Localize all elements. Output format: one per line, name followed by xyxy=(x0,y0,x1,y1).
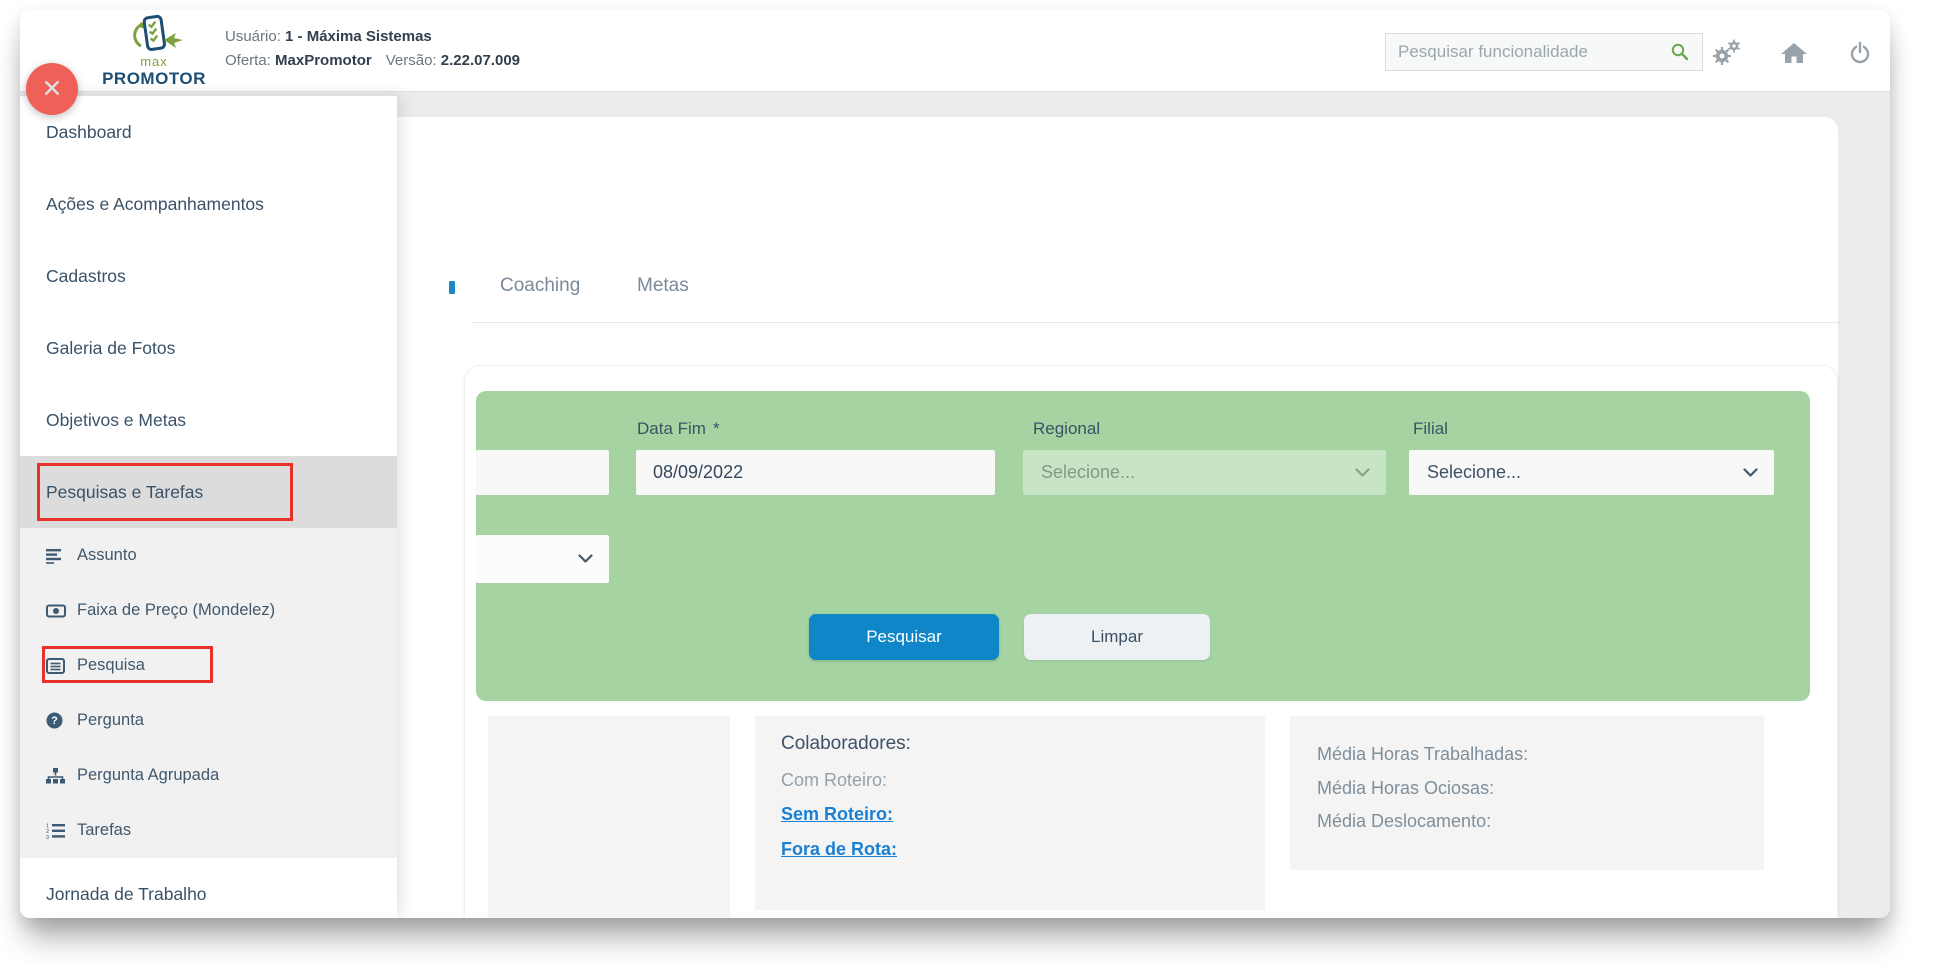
money-bill-icon xyxy=(46,604,66,618)
offer-value: MaxPromotor xyxy=(275,52,372,69)
pesquisar-button[interactable]: Pesquisar xyxy=(809,614,999,660)
submenu-item-pergunta-agrupada[interactable]: Pergunta Agrupada xyxy=(20,748,397,803)
data-fim-field xyxy=(636,450,995,495)
version-value: 2.22.07.009 xyxy=(440,52,521,69)
submenu-item-pergunta[interactable]: ? Pergunta xyxy=(20,693,397,748)
user-line: Usuário: 1 - Máxima Sistemas xyxy=(225,28,432,45)
list-alt-icon xyxy=(46,657,66,674)
colaboradores-title: Colaboradores: xyxy=(781,733,911,754)
media-deslocamento-label: Média Deslocamento: xyxy=(1317,811,1492,831)
maxpromotor-logo: max PROMOTOR xyxy=(92,14,216,87)
submenu-item-faixa-de-preco[interactable]: Faixa de Preço (Mondelez) xyxy=(20,583,397,638)
tab-divider xyxy=(472,322,1866,323)
media-horas-trabalhadas-label: Média Horas Trabalhadas: xyxy=(1317,744,1529,764)
sitemap-icon xyxy=(46,767,66,784)
filial-label: Filial xyxy=(1413,419,1448,438)
chevron-down-icon xyxy=(578,554,593,563)
app-window: max PROMOTOR Usuário: 1 - Máxima Sistema… xyxy=(20,10,1890,918)
regional-label: Regional xyxy=(1033,419,1101,438)
sidebar-menu: Dashboard Ações e Acompanhamentos Cadast… xyxy=(20,96,397,918)
page: max PROMOTOR Usuário: 1 - Máxima Sistema… xyxy=(0,0,1940,963)
home-icon[interactable] xyxy=(1776,35,1812,71)
tab-coaching[interactable]: Coaching xyxy=(500,275,580,297)
search-icon[interactable] xyxy=(1670,42,1690,62)
logo-promotor-text: PROMOTOR xyxy=(102,69,206,88)
summary-card-medias: Média Horas Trabalhadas: Média Horas Oci… xyxy=(1290,716,1764,870)
active-tab-fragment[interactable] xyxy=(449,281,455,294)
data-fim-label: Data Fim * xyxy=(637,419,720,438)
logo-phone-icon xyxy=(133,14,183,51)
pesquisas-e-tarefas-submenu: Assunto Faixa de Preço (Mondelez) Pesqui… xyxy=(20,528,397,858)
filial-select[interactable]: Selecione... xyxy=(1409,450,1774,495)
chevron-down-icon xyxy=(1355,467,1370,477)
tab-metas[interactable]: Metas xyxy=(637,275,689,297)
settings-gears-icon[interactable] xyxy=(1708,35,1744,71)
sidebar-item-cadastros[interactable]: Cadastros xyxy=(20,240,397,312)
data-fim-input[interactable] xyxy=(636,450,995,495)
filial-value: Selecione... xyxy=(1427,462,1522,482)
required-mark: * xyxy=(712,419,720,438)
submenu-item-tarefas[interactable]: 1 2 3 Tarefas xyxy=(20,803,397,858)
fora-de-rota-link[interactable]: Fora de Rota: xyxy=(781,839,897,860)
close-menu-button[interactable]: ✕ xyxy=(26,63,78,115)
align-left-icon xyxy=(46,548,66,564)
user-value: 1 - Máxima Sistemas xyxy=(285,28,432,45)
summary-card-left xyxy=(488,716,730,918)
media-horas-ociosas-label: Média Horas Ociosas: xyxy=(1317,778,1495,798)
submenu-item-assunto[interactable]: Assunto xyxy=(20,528,397,583)
sidebar-item-pesquisas-e-tarefas[interactable]: Pesquisas e Tarefas xyxy=(20,456,397,528)
sidebar-item-dashboard[interactable]: Dashboard xyxy=(20,96,397,168)
question-circle-icon: ? xyxy=(46,712,66,729)
sidebar-item-jornada-de-trabalho[interactable]: Jornada de Trabalho xyxy=(20,858,397,918)
submenu-item-pesquisa[interactable]: Pesquisa xyxy=(20,638,397,693)
logo-max-text: max xyxy=(140,54,168,69)
sidebar-item-acoes-e-acompanhamentos[interactable]: Ações e Acompanhamentos xyxy=(20,168,397,240)
svg-text:3: 3 xyxy=(46,834,49,838)
limpar-button[interactable]: Limpar xyxy=(1024,614,1210,660)
data-inicio-field-partial[interactable] xyxy=(476,450,609,495)
close-icon: ✕ xyxy=(41,75,63,103)
com-roteiro-label: Com Roteiro: xyxy=(781,770,888,790)
functionality-search xyxy=(1385,33,1703,71)
regional-value: Selecione... xyxy=(1041,462,1136,482)
sidebar-item-objetivos-e-metas[interactable]: Objetivos e Metas xyxy=(20,384,397,456)
offer-line: Oferta: MaxPromotor Versão: 2.22.07.009 xyxy=(225,52,521,69)
search-input[interactable] xyxy=(1398,42,1670,62)
svg-text:?: ? xyxy=(51,715,58,727)
power-icon[interactable] xyxy=(1842,35,1878,71)
header: max PROMOTOR Usuário: 1 - Máxima Sistema… xyxy=(20,10,1890,92)
sidebar-item-galeria-de-fotos[interactable]: Galeria de Fotos xyxy=(20,312,397,384)
chevron-down-icon xyxy=(1743,467,1758,477)
sem-roteiro-link[interactable]: Sem Roteiro: xyxy=(781,804,893,825)
user-info: Usuário: 1 - Máxima Sistemas Oferta: Max… xyxy=(225,25,520,73)
regional-select[interactable]: Selecione... xyxy=(1023,450,1386,495)
list-ol-icon: 1 2 3 xyxy=(46,823,66,839)
summary-card-colaboradores: Colaboradores: Com Roteiro: Sem Roteiro:… xyxy=(755,716,1265,910)
second-row-select-partial[interactable] xyxy=(476,535,609,583)
